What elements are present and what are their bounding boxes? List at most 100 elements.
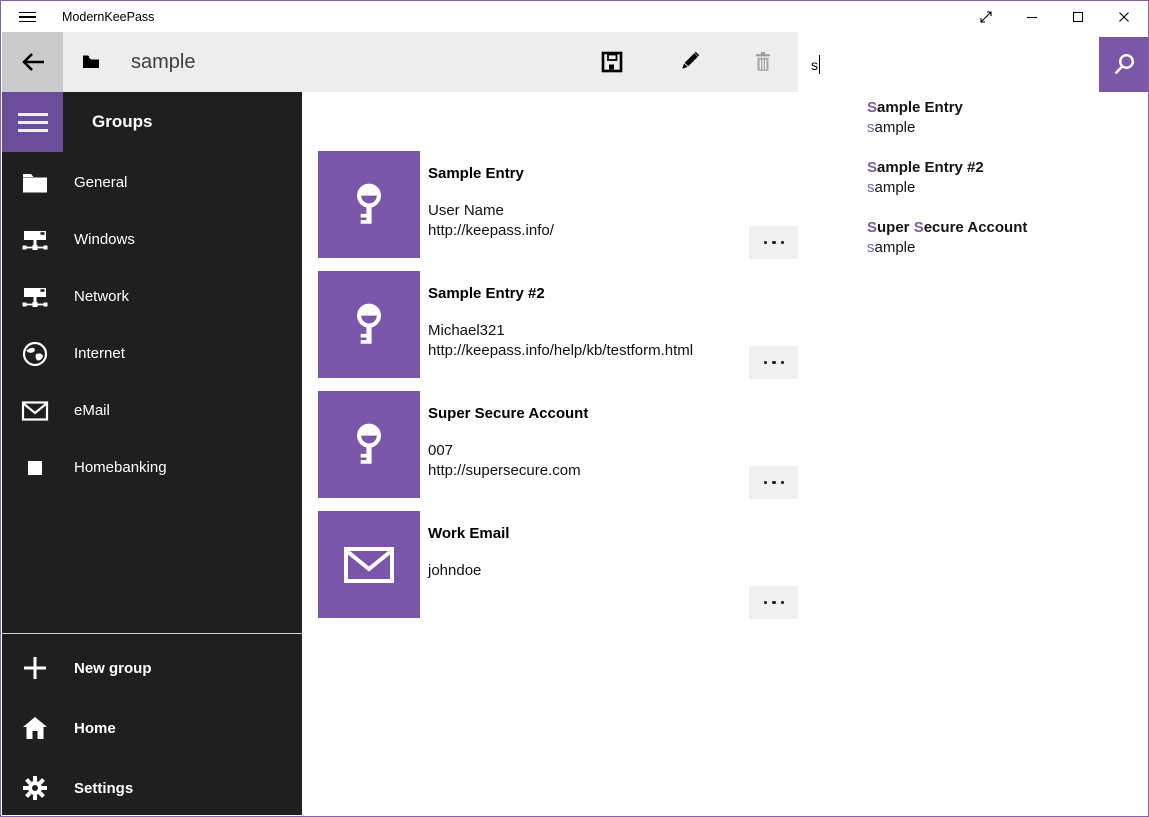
titlebar: ModernKeePass [2, 2, 1147, 32]
result-subtitle: sample [867, 238, 1149, 258]
sidebar-item-email[interactable]: eMail [2, 382, 302, 439]
home-icon [21, 714, 49, 742]
more-button[interactable] [749, 586, 799, 619]
entry-username: User Name [428, 201, 554, 221]
sidebar-item-windows[interactable]: Windows [2, 211, 302, 268]
entry-details: johndoe [428, 561, 509, 581]
entry-username: johndoe [428, 561, 509, 581]
result-title: Super Secure Account [867, 218, 1149, 238]
entry-details: Michael321 http://keepass.info/help/kb/t… [428, 321, 693, 361]
entry-details: 007 http://supersecure.com [428, 441, 588, 481]
maximize-button[interactable] [1055, 2, 1101, 32]
back-button[interactable] [2, 32, 63, 92]
entry-row-sample-entry[interactable]: Sample Entry User Name http://keepass.in… [318, 151, 800, 258]
trash-icon [751, 50, 775, 74]
more-button[interactable] [749, 226, 799, 259]
key-icon [344, 420, 394, 470]
search-query-text: s [811, 57, 818, 73]
entry-username: 007 [428, 441, 588, 461]
square-icon [21, 454, 49, 482]
entry-title: Sample Entry [428, 165, 554, 182]
app-title: ModernKeePass [62, 2, 154, 32]
delete-button[interactable] [729, 32, 797, 92]
group-folder-icon [82, 54, 100, 69]
more-button[interactable] [749, 346, 799, 379]
group-list: General Windows [2, 154, 302, 496]
close-icon [1116, 9, 1132, 25]
nav-hamburger-button[interactable] [2, 92, 63, 152]
network-icon [21, 283, 49, 311]
search-input[interactable]: s [798, 37, 1099, 92]
envelope-icon [343, 545, 395, 585]
entry-text: Sample Entry #2 Michael321 http://keepas… [420, 271, 693, 378]
search-button[interactable] [1099, 37, 1149, 92]
folder-icon [21, 169, 49, 197]
entry-row-super-secure-account[interactable]: Super Secure Account 007 http://supersec… [318, 391, 800, 498]
gear-icon [21, 774, 49, 802]
network-icon [21, 226, 49, 254]
minimize-button[interactable] [1009, 2, 1055, 32]
entry-text: Super Secure Account 007 http://supersec… [420, 391, 588, 498]
sidebar-item-internet[interactable]: Internet [2, 325, 302, 382]
entry-text: Work Email johndoe [420, 511, 509, 618]
entry-url: http://supersecure.com [428, 461, 588, 481]
entry-tile [318, 151, 420, 258]
entry-list: Sample Entry User Name http://keepass.in… [318, 151, 800, 631]
groups-heading: Groups [92, 92, 152, 152]
entry-tile [318, 271, 420, 378]
entry-username: Michael321 [428, 321, 693, 341]
settings-button[interactable]: Settings [2, 758, 302, 817]
fullscreen-icon [978, 9, 994, 25]
sidebar-actions: New group Home [2, 638, 302, 817]
entry-details: User Name http://keepass.info/ [428, 201, 554, 241]
home-button[interactable]: Home [2, 698, 302, 758]
edit-button[interactable] [655, 32, 723, 92]
entry-text: Sample Entry User Name http://keepass.in… [420, 151, 554, 258]
new-group-button[interactable]: New group [2, 638, 302, 698]
edit-pencil-icon [677, 50, 701, 74]
minimize-icon [1024, 9, 1040, 25]
sidebar-item-network[interactable]: Network [2, 268, 302, 325]
text-caret [819, 55, 820, 74]
sidebar-item-label: New group [74, 660, 152, 677]
maximize-icon [1070, 9, 1086, 25]
appbar: sample [2, 32, 798, 92]
entry-title: Work Email [428, 525, 509, 542]
entry-tile [318, 511, 420, 618]
app-window: ModernKeePass [0, 0, 1149, 817]
result-title: Sample Entry [867, 98, 1149, 118]
entry-row-work-email[interactable]: Work Email johndoe [318, 511, 800, 618]
sidebar-item-general[interactable]: General [2, 154, 302, 211]
key-icon [344, 180, 394, 230]
sidebar-item-label: Homebanking [74, 459, 167, 476]
globe-icon [21, 340, 49, 368]
search-result-sample-entry-2[interactable]: Sample Entry #2 sample [798, 158, 1149, 218]
fullscreen-button[interactable] [963, 2, 1009, 32]
sidebar-item-label: Settings [74, 780, 133, 797]
search-result-super-secure-account[interactable]: Super Secure Account sample [798, 218, 1149, 278]
close-button[interactable] [1101, 2, 1147, 32]
result-subtitle: sample [867, 118, 1149, 138]
sidebar-item-label: Windows [74, 231, 135, 248]
search-result-sample-entry[interactable]: Sample Entry sample [798, 98, 1149, 158]
entry-tile [318, 391, 420, 498]
entry-title: Sample Entry #2 [428, 285, 693, 302]
entry-row-sample-entry-2[interactable]: Sample Entry #2 Michael321 http://keepas… [318, 271, 800, 378]
search-results-flyout: Sample Entry sample Sample Entry #2 samp… [798, 92, 1149, 815]
sidebar-item-label: eMail [74, 402, 110, 419]
sidebar-item-label: Network [74, 288, 129, 305]
sidebar-item-homebanking[interactable]: Homebanking [2, 439, 302, 496]
save-icon [600, 50, 624, 74]
titlebar-hamburger-icon[interactable] [17, 2, 47, 32]
result-title: Sample Entry #2 [867, 158, 1149, 178]
entry-url: http://keepass.info/ [428, 221, 554, 241]
key-icon [344, 300, 394, 350]
sidebar-item-label: Internet [74, 345, 125, 362]
sidebar-item-label: General [74, 174, 127, 191]
search-icon [1111, 52, 1137, 78]
back-arrow-icon [19, 50, 47, 74]
search-result-list: Sample Entry sample Sample Entry #2 samp… [798, 92, 1149, 278]
save-button[interactable] [578, 32, 646, 92]
more-button[interactable] [749, 466, 799, 499]
sidebar-divider [2, 633, 302, 634]
